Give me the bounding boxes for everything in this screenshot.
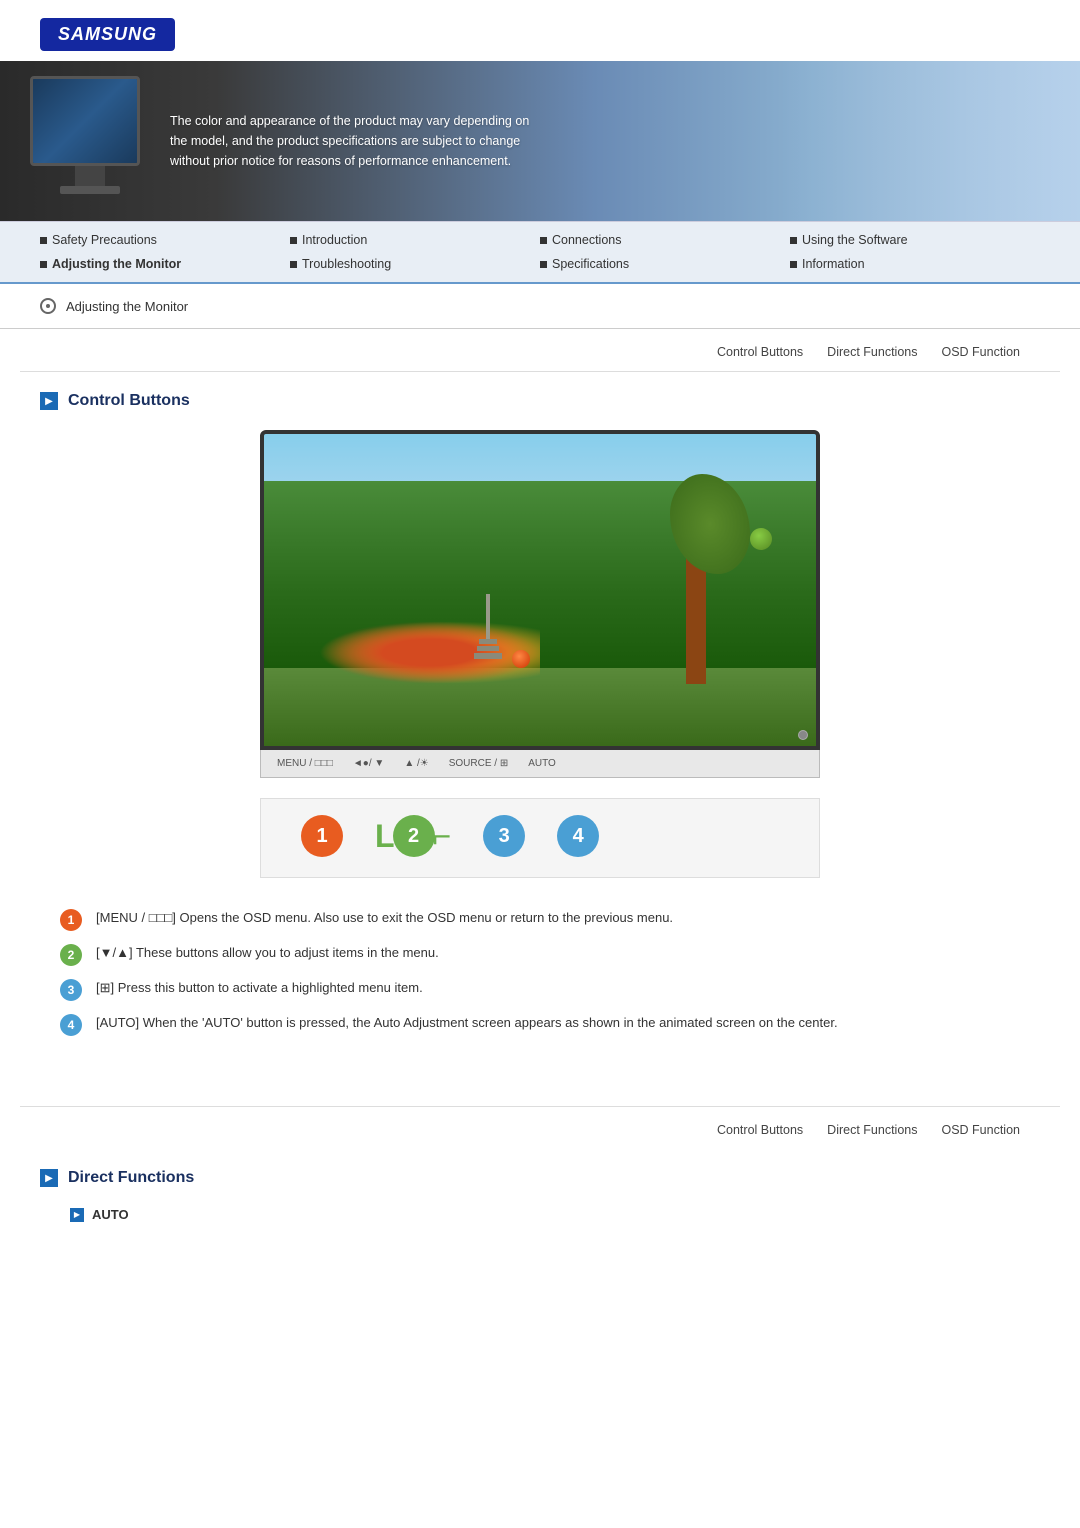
nav-item-adjusting[interactable]: Adjusting the Monitor	[40, 254, 290, 274]
ctrl-label-menu: MENU / □□□	[277, 758, 333, 769]
bracket-left-icon: L	[375, 815, 395, 857]
monitor-frame	[30, 76, 140, 166]
tab-control-buttons[interactable]: Control Buttons	[717, 345, 803, 363]
nav-bullet	[540, 261, 547, 268]
nav-item-information[interactable]: Information	[790, 254, 1040, 274]
nav-item-label: Connections	[552, 233, 622, 247]
nav-item-safety-precautions[interactable]: Safety Precautions	[40, 230, 290, 250]
monitor-display	[260, 430, 820, 750]
ctrl-label-source: SOURCE / ⊞	[449, 758, 509, 769]
direct-functions-section: Direct Functions AUTO	[0, 1169, 1080, 1262]
auto-label: AUTO	[70, 1207, 1040, 1222]
breadcrumb: Adjusting the Monitor	[0, 284, 1080, 329]
ctrl-label-bright: ▲ /☀	[404, 758, 428, 769]
desc-item-3: 3 [⊞] Press this button to activate a hi…	[60, 978, 1020, 1001]
hero-banner: The color and appearance of the product …	[0, 61, 1080, 221]
monitor-stand	[75, 166, 105, 186]
descriptions-list: 1 [MENU / □□□] Opens the OSD menu. Also …	[40, 908, 1040, 1036]
nav-bullet	[540, 237, 547, 244]
breadcrumb-text: Adjusting the Monitor	[66, 299, 188, 314]
button-numbers-row: 1 L 2 ⌐ 3 4	[285, 815, 795, 857]
nav-item-troubleshooting[interactable]: Troubleshooting	[290, 254, 540, 274]
section-title: Control Buttons	[68, 392, 190, 410]
power-indicator	[798, 730, 808, 740]
ctrl-label-auto: AUTO	[528, 758, 556, 769]
desc-text-4: [AUTO] When the 'AUTO' button is pressed…	[96, 1013, 838, 1033]
nav-item-connections[interactable]: Connections	[540, 230, 790, 250]
desc-text-2: [▼/▲] These buttons allow you to adjust …	[96, 943, 439, 963]
samsung-logo: SAMSUNG	[40, 18, 175, 51]
tab-direct-functions[interactable]: Direct Functions	[827, 345, 917, 363]
tab-osd-function[interactable]: OSD Function	[941, 345, 1020, 363]
auto-text: AUTO	[92, 1207, 129, 1222]
monitor-image-container: MENU / □□□ ◄●/ ▼ ▲ /☀ SOURCE / ⊞ AUTO	[260, 430, 820, 778]
desc-number-1: 1	[60, 909, 82, 931]
tab-bottom-control-buttons[interactable]: Control Buttons	[717, 1123, 803, 1141]
tab-navigation-top: Control Buttons Direct Functions OSD Fun…	[20, 329, 1060, 372]
nav-bullet	[790, 237, 797, 244]
nav-bullet	[290, 261, 297, 268]
desc-item-1: 1 [MENU / □□□] Opens the OSD menu. Also …	[60, 908, 1020, 931]
tab-navigation-bottom: Control Buttons Direct Functions OSD Fun…	[20, 1106, 1060, 1149]
desc-item-4: 4 [AUTO] When the 'AUTO' button is press…	[60, 1013, 1020, 1036]
section-heading-control-buttons: Control Buttons	[40, 392, 1040, 410]
garden-scene	[264, 434, 816, 746]
hero-monitor	[30, 76, 150, 206]
monitor-base	[60, 186, 120, 194]
section-title-direct: Direct Functions	[68, 1169, 194, 1187]
desc-number-2: 2	[60, 944, 82, 966]
main-content: Control Buttons	[0, 372, 1080, 1086]
breadcrumb-icon	[40, 298, 56, 314]
nav-item-label: Adjusting the Monitor	[52, 257, 181, 271]
desc-text-1: [MENU / □□□] Opens the OSD menu. Also us…	[96, 908, 673, 928]
tab-bottom-osd-function[interactable]: OSD Function	[941, 1123, 1020, 1141]
bracket-right-icon: ⌐	[433, 815, 452, 857]
ctrl-label-vol: ◄●/ ▼	[353, 758, 384, 769]
nav-grid: Safety Precautions Introduction Connecti…	[40, 230, 1040, 274]
button-2-group: L 2 ⌐	[375, 815, 451, 857]
header: SAMSUNG	[0, 0, 1080, 61]
flowers	[319, 621, 540, 683]
nav-item-label: Safety Precautions	[52, 233, 157, 247]
desc-text-3: [⊞] Press this button to activate a high…	[96, 978, 423, 998]
section-heading-direct-functions: Direct Functions	[40, 1169, 1040, 1187]
desc-item-2: 2 [▼/▲] These buttons allow you to adjus…	[60, 943, 1020, 966]
monitor-screen	[33, 79, 137, 163]
hero-wave-decoration	[780, 61, 1080, 221]
button-diagram: 1 L 2 ⌐ 3 4	[260, 798, 820, 878]
section-arrow-icon	[40, 392, 58, 410]
auto-arrow-icon	[70, 1208, 84, 1222]
nav-item-label: Introduction	[302, 233, 367, 247]
button-1: 1	[301, 815, 343, 857]
section-arrow-icon-direct	[40, 1169, 58, 1187]
green-ball	[750, 528, 772, 550]
desc-number-4: 4	[60, 1014, 82, 1036]
button-2: 2	[393, 815, 435, 857]
navigation-menu: Safety Precautions Introduction Connecti…	[0, 221, 1080, 284]
nav-item-label: Troubleshooting	[302, 257, 391, 271]
button-4: 4	[557, 815, 599, 857]
nav-item-software[interactable]: Using the Software	[790, 230, 1040, 250]
nav-bullet	[40, 261, 47, 268]
nav-item-label: Using the Software	[802, 233, 908, 247]
nav-item-label: Specifications	[552, 257, 629, 271]
button-3: 3	[483, 815, 525, 857]
pagoda	[474, 594, 502, 659]
control-strip: MENU / □□□ ◄●/ ▼ ▲ /☀ SOURCE / ⊞ AUTO	[260, 750, 820, 778]
nav-item-specifications[interactable]: Specifications	[540, 254, 790, 274]
desc-number-3: 3	[60, 979, 82, 1001]
tab-bottom-direct-functions[interactable]: Direct Functions	[827, 1123, 917, 1141]
nav-bullet	[40, 237, 47, 244]
nav-item-label: Information	[802, 257, 865, 271]
nav-bullet	[790, 261, 797, 268]
hero-text: The color and appearance of the product …	[170, 111, 530, 171]
nav-item-introduction[interactable]: Introduction	[290, 230, 540, 250]
nav-bullet	[290, 237, 297, 244]
